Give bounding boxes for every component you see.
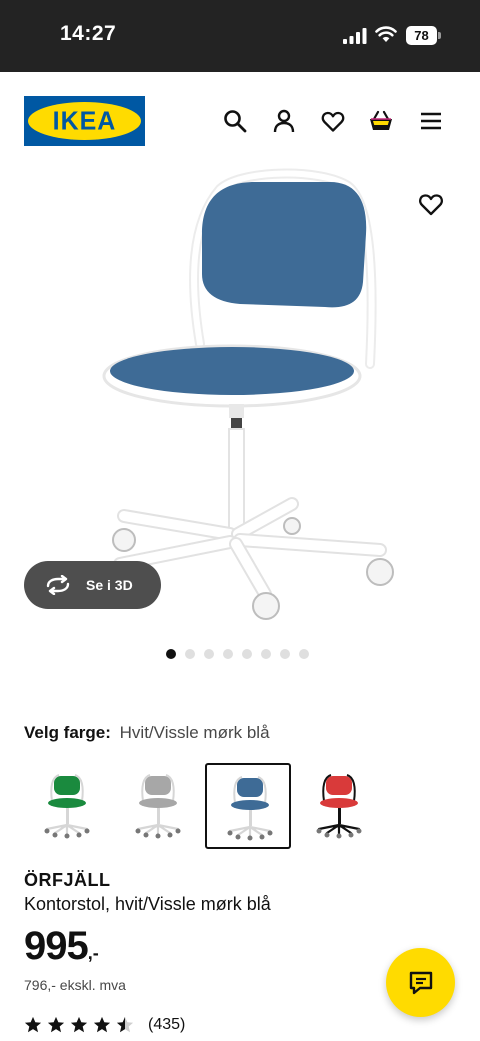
- carousel-dot[interactable]: [299, 649, 309, 659]
- chat-button[interactable]: [386, 948, 455, 1017]
- status-time: 14:27: [60, 22, 117, 45]
- favorite-button[interactable]: [417, 190, 445, 218]
- review-count[interactable]: (435): [148, 1016, 185, 1034]
- price-main: 995: [24, 924, 89, 968]
- account-icon[interactable]: [271, 108, 297, 134]
- color-swatch[interactable]: [296, 763, 382, 849]
- battery-level: 78: [406, 26, 437, 45]
- view-3d-button[interactable]: Se i 3D: [24, 561, 161, 609]
- carousel-dot[interactable]: [166, 649, 176, 659]
- product-name: ÖRFJÄLL: [24, 870, 111, 890]
- chat-icon: [409, 971, 432, 994]
- color-label-key: Velg farge:: [24, 723, 111, 742]
- app-header: IKEA: [0, 72, 480, 164]
- carousel-dot[interactable]: [242, 649, 252, 659]
- star-icon: [70, 1016, 88, 1033]
- color-swatch[interactable]: [205, 763, 291, 849]
- search-icon[interactable]: [222, 108, 248, 134]
- ikea-logo-text: IKEA: [52, 105, 117, 136]
- star-icon: [93, 1016, 111, 1033]
- product-description: Kontorstol, hvit/Vissle mørk blå: [24, 894, 271, 914]
- product-image[interactable]: Se i 3D: [0, 164, 480, 640]
- rating[interactable]: (435): [24, 1015, 185, 1035]
- signal-icon: [343, 28, 367, 44]
- menu-icon[interactable]: [418, 108, 444, 134]
- carousel-dots: [166, 649, 309, 659]
- battery-tip: [438, 32, 441, 39]
- rotate-3d-icon: [46, 575, 70, 595]
- chair-thumbnail: [227, 776, 273, 841]
- view-3d-label: Se i 3D: [86, 577, 133, 593]
- battery-icon: 78: [406, 26, 441, 45]
- chair-thumbnail: [316, 774, 362, 839]
- color-label: Velg farge: Hvit/Vissle mørk blå: [24, 723, 270, 743]
- star-icon: [47, 1016, 65, 1033]
- chair-thumbnail: [135, 774, 181, 839]
- carousel-dot[interactable]: [280, 649, 290, 659]
- carousel-dot[interactable]: [223, 649, 233, 659]
- carousel-dot[interactable]: [185, 649, 195, 659]
- chair-thumbnail: [44, 774, 90, 839]
- heart-icon[interactable]: [320, 108, 346, 134]
- heart-icon: [419, 194, 443, 216]
- color-label-value: Hvit/Vissle mørk blå: [119, 723, 270, 742]
- wifi-icon: [375, 26, 397, 42]
- ikea-logo[interactable]: IKEA: [24, 96, 145, 146]
- color-swatch[interactable]: [24, 763, 110, 849]
- star-icon: [116, 1016, 134, 1033]
- price: 995,-: [24, 924, 99, 969]
- price-ex-vat: 796,- ekskl. mva: [24, 977, 126, 993]
- status-bar: 14:27 78: [0, 0, 480, 72]
- color-swatch[interactable]: [115, 763, 201, 849]
- ikea-logo-ellipse: IKEA: [28, 102, 141, 140]
- basket-icon[interactable]: [368, 108, 394, 134]
- star-icon: [24, 1016, 42, 1033]
- price-suffix: ,-: [87, 943, 99, 963]
- carousel-dot[interactable]: [204, 649, 214, 659]
- carousel-dot[interactable]: [261, 649, 271, 659]
